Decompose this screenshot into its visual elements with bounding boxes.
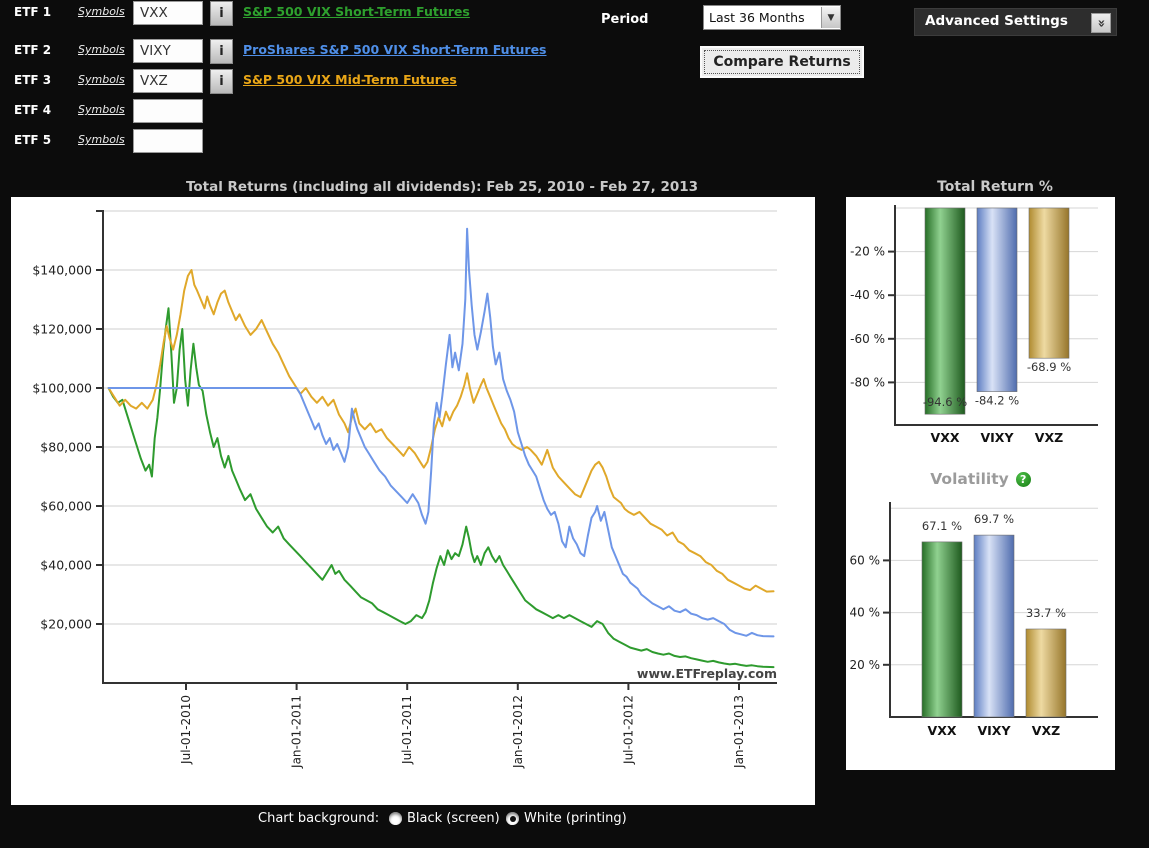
etf-row: ETF 4 Symbols <box>0 98 700 124</box>
svg-text:VIXY: VIXY <box>977 723 1011 738</box>
svg-text:60 %: 60 % <box>850 553 881 567</box>
advanced-settings-label: Advanced Settings <box>925 13 1068 29</box>
svg-text:www.ETFreplay.com: www.ETFreplay.com <box>637 666 777 681</box>
svg-text:$40,000: $40,000 <box>40 558 92 573</box>
dropdown-arrow-icon[interactable]: ▼ <box>821 7 840 28</box>
chart-background-label: Chart background: <box>258 811 379 826</box>
etf1-symbols-link[interactable]: Symbols <box>78 5 125 18</box>
main-chart-title: Total Returns (including all dividends):… <box>103 179 781 195</box>
svg-text:-68.9 %: -68.9 % <box>1027 360 1071 374</box>
help-icon[interactable]: ? <box>1016 472 1031 487</box>
svg-text:$100,000: $100,000 <box>32 381 92 396</box>
etf-row: ETF 2 Symbols i ProShares S&P 500 VIX Sh… <box>0 38 700 64</box>
etf2-ticker-input[interactable] <box>133 39 203 63</box>
volatility-title: Volatility <box>930 470 1008 488</box>
total-returns-chart-panel: $140,000 $120,000 $100,000 $80,000 $60,000 $4… <box>11 197 815 805</box>
svg-text:Jan-01-2011: Jan-01-2011 <box>290 695 304 769</box>
svg-text:-80 %: -80 % <box>850 375 885 389</box>
svg-text:40 %: 40 % <box>850 606 881 620</box>
white-printing-option-label[interactable]: White (printing) <box>524 811 627 826</box>
etf1-label: ETF 1 <box>14 5 51 19</box>
black-screen-option-label[interactable]: Black (screen) <box>407 811 500 826</box>
etf4-ticker-input[interactable] <box>133 99 203 123</box>
volatility-title-row: Volatility ? <box>846 470 1115 488</box>
svg-text:VXX: VXX <box>928 723 957 738</box>
etf2-info-button[interactable]: i <box>210 39 233 64</box>
svg-text:$60,000: $60,000 <box>40 499 92 514</box>
double-chevron-down-icon[interactable]: » <box>1091 13 1111 33</box>
svg-text:33.7 %: 33.7 % <box>1026 606 1066 620</box>
period-label: Period <box>601 12 648 27</box>
svg-text:-20 %: -20 % <box>850 245 885 259</box>
etf3-name-link[interactable]: S&P 500 VIX Mid-Term Futures <box>243 72 457 87</box>
etfreplay-page: ETF 1 Symbols i S&P 500 VIX Short-Term F… <box>0 0 1149 848</box>
etf4-symbols-link[interactable]: Symbols <box>78 103 125 116</box>
etf-row: ETF 5 Symbols <box>0 128 700 154</box>
etf4-label: ETF 4 <box>14 103 51 117</box>
svg-text:$80,000: $80,000 <box>40 440 92 455</box>
total-return-bar-title: Total Return % <box>875 179 1115 195</box>
etf3-info-button[interactable]: i <box>210 69 233 94</box>
etf1-ticker-input[interactable] <box>133 1 203 25</box>
svg-text:$20,000: $20,000 <box>40 617 92 632</box>
svg-text:VIXY: VIXY <box>980 430 1014 445</box>
svg-text:-40 %: -40 % <box>850 288 885 302</box>
etf-row: ETF 1 Symbols i S&P 500 VIX Short-Term F… <box>0 0 700 26</box>
etf3-ticker-input[interactable] <box>133 69 203 93</box>
svg-text:$120,000: $120,000 <box>32 322 92 337</box>
advanced-settings-bar[interactable]: Advanced Settings » <box>914 8 1117 36</box>
etf2-symbols-link[interactable]: Symbols <box>78 43 125 56</box>
svg-text:-84.2 %: -84.2 % <box>975 394 1019 408</box>
etf3-label: ETF 3 <box>14 73 51 87</box>
svg-text:20 %: 20 % <box>850 658 881 672</box>
etf2-name-link[interactable]: ProShares S&P 500 VIX Short-Term Futures <box>243 42 547 57</box>
svg-text:VXZ: VXZ <box>1035 430 1063 445</box>
svg-text:67.1 %: 67.1 % <box>922 519 962 533</box>
etf1-name-link[interactable]: S&P 500 VIX Short-Term Futures <box>243 4 470 19</box>
period-select-value: Last 36 Months <box>704 10 821 25</box>
svg-text:-60 %: -60 % <box>850 332 885 346</box>
svg-text:69.7 %: 69.7 % <box>974 512 1014 526</box>
svg-text:$140,000: $140,000 <box>32 263 92 278</box>
period-select[interactable]: Last 36 Months ▼ <box>703 5 841 30</box>
svg-text:-94.6 %: -94.6 % <box>923 395 967 409</box>
white-printing-radio[interactable] <box>506 812 519 825</box>
etf2-label: ETF 2 <box>14 43 51 57</box>
etf3-symbols-link[interactable]: Symbols <box>78 73 125 86</box>
svg-text:Jul-01-2010: Jul-01-2010 <box>179 695 193 765</box>
svg-text:VXX: VXX <box>931 430 960 445</box>
etf-row: ETF 3 Symbols i S&P 500 VIX Mid-Term Fut… <box>0 68 700 94</box>
svg-text:Jul-01-2011: Jul-01-2011 <box>400 695 414 765</box>
svg-text:Jul-01-2012: Jul-01-2012 <box>621 695 635 765</box>
etf5-ticker-input[interactable] <box>133 129 203 153</box>
etf5-label: ETF 5 <box>14 133 51 147</box>
etf1-info-button[interactable]: i <box>210 1 233 26</box>
black-screen-radio[interactable] <box>389 812 402 825</box>
svg-text:VXZ: VXZ <box>1032 723 1060 738</box>
compare-returns-button[interactable]: Compare Returns <box>700 46 864 78</box>
etf5-symbols-link[interactable]: Symbols <box>78 133 125 146</box>
total-returns-line-chart: $140,000 $120,000 $100,000 $80,000 $60,000 $4… <box>11 197 815 805</box>
svg-text:Jan-01-2013: Jan-01-2013 <box>732 695 746 769</box>
svg-text:Jan-01-2012: Jan-01-2012 <box>511 695 525 769</box>
